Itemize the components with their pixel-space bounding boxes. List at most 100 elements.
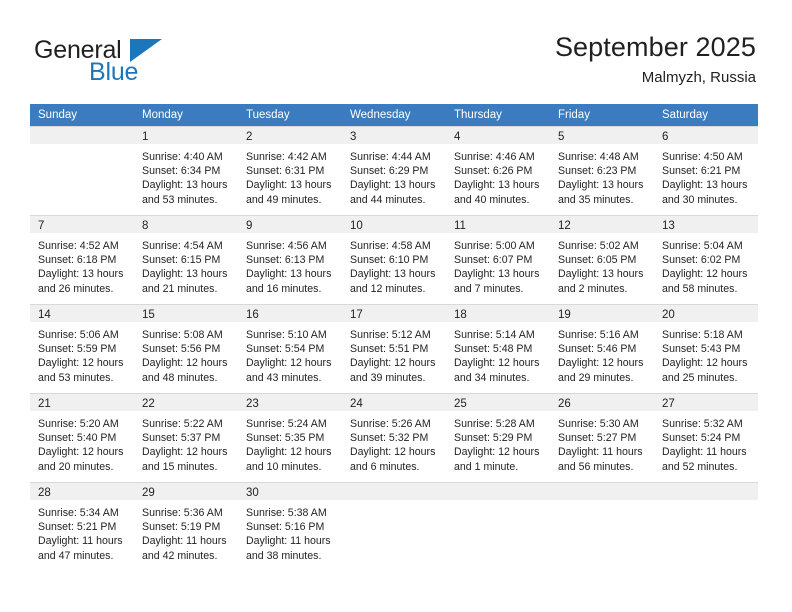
calendar-day-cell[interactable]: 28 Sunrise: 5:34 AM Sunset: 5:21 PM Dayligh… (30, 482, 134, 573)
calendar-day-cell[interactable]: 26 Sunrise: 5:30 AM Sunset: 5:27 PM Dayligh… (550, 393, 654, 483)
day-details: Sunrise: 4:48 AM Sunset: 6:23 PM Daylight:… (550, 144, 654, 207)
calendar-day-cell[interactable]: 29 Sunrise: 5:36 AM Sunset: 5:19 PM Dayligh… (134, 482, 238, 573)
day-details (446, 500, 550, 506)
calendar-day-cell[interactable]: 25 Sunrise: 5:28 AM Sunset: 5:29 PM Dayligh… (446, 393, 550, 483)
day-details (550, 500, 654, 506)
day-details: Sunrise: 4:54 AM Sunset: 6:15 PM Daylight:… (134, 233, 238, 296)
daylight-duration-cont: and 49 minutes. (246, 193, 322, 206)
sunset-time: Sunset: 6:13 PM (246, 254, 325, 267)
day-number: 2 (238, 127, 342, 144)
calendar-day-cell[interactable]: 13 Sunrise: 5:04 AM Sunset: 6:02 PM Dayligh… (654, 215, 758, 305)
calendar-day-cell[interactable]: 11 Sunrise: 5:00 AM Sunset: 6:07 PM Dayligh… (446, 215, 550, 305)
weekday-header-saturday: Saturday (654, 104, 758, 127)
calendar-day-cell[interactable]: 6 Sunrise: 4:50 AM Sunset: 6:21 PM Daylight… (654, 126, 758, 216)
calendar-day-cell[interactable]: 3 Sunrise: 4:44 AM Sunset: 6:29 PM Daylight… (342, 126, 446, 216)
daylight-duration-cont: and 21 minutes. (142, 282, 218, 295)
calendar-empty-cell (30, 126, 134, 216)
day-details: Sunrise: 5:08 AM Sunset: 5:56 PM Daylight:… (134, 322, 238, 385)
calendar-body: 1 Sunrise: 4:40 AM Sunset: 6:34 PM Daylight… (30, 126, 758, 573)
calendar-day-cell[interactable]: 24 Sunrise: 5:26 AM Sunset: 5:32 PM Dayligh… (342, 393, 446, 483)
daylight-duration: Daylight: 11 hours (558, 446, 643, 459)
day-details: Sunrise: 5:04 AM Sunset: 6:02 PM Daylight:… (654, 233, 758, 296)
daylight-duration: Daylight: 13 hours (350, 179, 436, 192)
calendar-day-cell[interactable]: 17 Sunrise: 5:12 AM Sunset: 5:51 PM Dayligh… (342, 304, 446, 394)
daylight-duration: Daylight: 12 hours (558, 357, 644, 370)
calendar-day-cell[interactable]: 5 Sunrise: 4:48 AM Sunset: 6:23 PM Daylight… (550, 126, 654, 216)
day-details: Sunrise: 5:18 AM Sunset: 5:43 PM Daylight:… (654, 322, 758, 385)
sunset-time: Sunset: 6:34 PM (142, 165, 221, 178)
day-details: Sunrise: 4:56 AM Sunset: 6:13 PM Daylight:… (238, 233, 342, 296)
title-block: September 2025 Malmyzh, Russia (555, 30, 756, 89)
daylight-duration-cont: and 34 minutes. (454, 371, 530, 384)
day-details: Sunrise: 4:58 AM Sunset: 6:10 PM Daylight:… (342, 233, 446, 296)
day-number: 4 (446, 127, 550, 144)
calendar-day-cell[interactable]: 7 Sunrise: 4:52 AM Sunset: 6:18 PM Daylight… (30, 215, 134, 305)
sunrise-time: Sunrise: 5:20 AM (38, 418, 119, 430)
calendar-day-cell[interactable]: 30 Sunrise: 5:38 AM Sunset: 5:16 PM Dayligh… (238, 482, 342, 573)
sunrise-time: Sunrise: 5:24 AM (246, 418, 327, 430)
calendar-day-cell[interactable]: 15 Sunrise: 5:08 AM Sunset: 5:56 PM Dayligh… (134, 304, 238, 394)
calendar-day-cell[interactable]: 4 Sunrise: 4:46 AM Sunset: 6:26 PM Daylight… (446, 126, 550, 216)
brand-logo[interactable]: General Blue (34, 36, 234, 92)
day-details: Sunrise: 5:22 AM Sunset: 5:37 PM Daylight:… (134, 411, 238, 474)
calendar-day-cell[interactable]: 23 Sunrise: 5:24 AM Sunset: 5:35 PM Dayligh… (238, 393, 342, 483)
sunrise-time: Sunrise: 5:06 AM (38, 329, 119, 341)
daylight-duration: Daylight: 11 hours (662, 446, 747, 459)
calendar-day-cell[interactable]: 9 Sunrise: 4:56 AM Sunset: 6:13 PM Daylight… (238, 215, 342, 305)
sunset-time: Sunset: 6:26 PM (454, 165, 533, 178)
calendar-day-cell[interactable]: 21 Sunrise: 5:20 AM Sunset: 5:40 PM Dayligh… (30, 393, 134, 483)
sunset-time: Sunset: 5:35 PM (246, 432, 325, 445)
sunrise-time: Sunrise: 5:36 AM (142, 507, 223, 519)
calendar-day-cell[interactable]: 14 Sunrise: 5:06 AM Sunset: 5:59 PM Dayligh… (30, 304, 134, 394)
calendar-day-cell[interactable]: 1 Sunrise: 4:40 AM Sunset: 6:34 PM Daylight… (134, 126, 238, 216)
calendar-day-cell[interactable]: 18 Sunrise: 5:14 AM Sunset: 5:48 PM Dayligh… (446, 304, 550, 394)
calendar-day-cell[interactable]: 2 Sunrise: 4:42 AM Sunset: 6:31 PM Daylight… (238, 126, 342, 216)
calendar-day-cell[interactable]: 12 Sunrise: 5:02 AM Sunset: 6:05 PM Dayligh… (550, 215, 654, 305)
daylight-duration-cont: and 48 minutes. (142, 371, 218, 384)
daylight-duration-cont: and 6 minutes. (350, 460, 420, 473)
sunrise-time: Sunrise: 5:12 AM (350, 329, 431, 341)
brand-name-blue: Blue (89, 58, 139, 86)
day-number: 30 (238, 483, 342, 500)
calendar-day-cell[interactable]: 27 Sunrise: 5:32 AM Sunset: 5:24 PM Dayligh… (654, 393, 758, 483)
day-number: 17 (342, 305, 446, 322)
weekday-header-sunday: Sunday (30, 104, 134, 127)
sunset-time: Sunset: 5:43 PM (662, 343, 741, 356)
daylight-duration: Daylight: 12 hours (662, 357, 748, 370)
daylight-duration-cont: and 10 minutes. (246, 460, 322, 473)
calendar-day-cell[interactable]: 22 Sunrise: 5:22 AM Sunset: 5:37 PM Dayligh… (134, 393, 238, 483)
calendar-day-cell[interactable]: 8 Sunrise: 4:54 AM Sunset: 6:15 PM Daylight… (134, 215, 238, 305)
sunrise-time: Sunrise: 5:14 AM (454, 329, 535, 341)
calendar-day-cell[interactable]: 10 Sunrise: 4:58 AM Sunset: 6:10 PM Dayligh… (342, 215, 446, 305)
weekday-header-tuesday: Tuesday (238, 104, 342, 127)
daylight-duration-cont: and 40 minutes. (454, 193, 530, 206)
day-details (30, 144, 134, 150)
sunset-time: Sunset: 5:54 PM (246, 343, 325, 356)
sunrise-time: Sunrise: 5:30 AM (558, 418, 639, 430)
sunrise-time: Sunrise: 5:04 AM (662, 240, 743, 252)
calendar-day-cell[interactable]: 20 Sunrise: 5:18 AM Sunset: 5:43 PM Dayligh… (654, 304, 758, 394)
daylight-duration-cont: and 52 minutes. (662, 460, 738, 473)
sunset-time: Sunset: 5:16 PM (246, 521, 325, 534)
daylight-duration: Daylight: 12 hours (350, 357, 436, 370)
day-number: 21 (30, 394, 134, 411)
daylight-duration: Daylight: 12 hours (246, 357, 332, 370)
daylight-duration-cont: and 58 minutes. (662, 282, 738, 295)
daylight-duration-cont: and 30 minutes. (662, 193, 738, 206)
day-number: 5 (550, 127, 654, 144)
day-number: 10 (342, 216, 446, 233)
calendar-week-row: 28 Sunrise: 5:34 AM Sunset: 5:21 PM Dayligh… (30, 482, 758, 573)
calendar-header-row: Sunday Monday Tuesday Wednesday Thursday… (30, 104, 758, 127)
daylight-duration-cont: and 38 minutes. (246, 549, 322, 562)
daylight-duration: Daylight: 12 hours (350, 446, 436, 459)
daylight-duration: Daylight: 12 hours (38, 357, 124, 370)
calendar-day-cell[interactable]: 19 Sunrise: 5:16 AM Sunset: 5:46 PM Dayligh… (550, 304, 654, 394)
day-details: Sunrise: 5:28 AM Sunset: 5:29 PM Daylight:… (446, 411, 550, 474)
sunrise-time: Sunrise: 4:42 AM (246, 151, 327, 163)
day-details (654, 500, 758, 506)
calendar-day-cell[interactable]: 16 Sunrise: 5:10 AM Sunset: 5:54 PM Dayligh… (238, 304, 342, 394)
daylight-duration: Daylight: 12 hours (246, 446, 332, 459)
sunset-time: Sunset: 6:07 PM (454, 254, 533, 267)
day-details: Sunrise: 4:50 AM Sunset: 6:21 PM Daylight:… (654, 144, 758, 207)
day-details: Sunrise: 5:16 AM Sunset: 5:46 PM Daylight:… (550, 322, 654, 385)
